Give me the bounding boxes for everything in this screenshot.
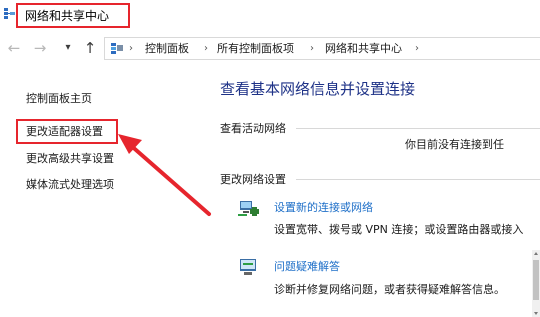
navigation-bar: ← → ▾ ↑ › 控制面板 › 所有控制面板项 › 网络和共享中心 › (0, 33, 540, 63)
setup-new-connection-description: 设置宽带、拨号或 VPN 连接；或设置路由器或接入 (274, 223, 524, 236)
arrow-up-icon: ↑ (83, 39, 97, 57)
setup-new-connection-link[interactable]: 设置新的连接或网络 (274, 201, 373, 214)
arrow-left-icon: ← (7, 39, 21, 57)
section-divider (296, 179, 540, 180)
breadcrumb-separator: › (204, 43, 208, 54)
troubleshoot-problems-link[interactable]: 问题疑难解答 (274, 260, 340, 273)
active-networks-label: 查看活动网络 (220, 122, 286, 135)
network-icon (4, 8, 15, 19)
breadcrumb-control-panel[interactable]: 控制面板 (145, 42, 189, 56)
forward-button[interactable]: → (32, 39, 48, 57)
sidebar-item-control-panel-home[interactable]: 控制面板主页 (26, 92, 92, 106)
new-connection-icon (238, 201, 259, 216)
breadcrumb-separator: › (129, 43, 133, 54)
control-panel-icon (111, 43, 123, 54)
section-divider (296, 128, 540, 129)
sidebar-item-advanced-sharing-settings[interactable]: 更改高级共享设置 (26, 152, 114, 166)
breadcrumb-network-center[interactable]: 网络和共享中心 (325, 42, 402, 56)
title-highlight-box (16, 3, 130, 28)
page-heading: 查看基本网络信息并设置连接 (220, 80, 416, 98)
troubleshoot-icon (240, 259, 256, 275)
troubleshoot-problems-description: 诊断并修复网络问题，或者获得疑难解答信息。 (274, 283, 505, 296)
adapter-settings-highlight-box (16, 119, 118, 144)
address-bar[interactable]: › 控制面板 › 所有控制面板项 › 网络和共享中心 › (104, 37, 540, 60)
back-button[interactable]: ← (6, 39, 22, 57)
sidebar-item-media-streaming-options[interactable]: 媒体流式处理选项 (26, 178, 114, 192)
up-button[interactable]: ↑ (82, 39, 98, 57)
breadcrumb-separator: › (310, 43, 314, 54)
breadcrumb-all-items[interactable]: 所有控制面板项 (217, 42, 294, 56)
chevron-down-icon: ▾ (65, 42, 71, 53)
breadcrumb-separator: › (415, 43, 419, 54)
change-network-settings-label: 更改网络设置 (220, 173, 286, 186)
vertical-scrollbar[interactable] (532, 250, 540, 317)
arrow-right-icon: → (33, 39, 47, 57)
active-network-status: 你目前没有连接到任 (405, 138, 504, 151)
recent-locations-button[interactable]: ▾ (60, 39, 76, 57)
